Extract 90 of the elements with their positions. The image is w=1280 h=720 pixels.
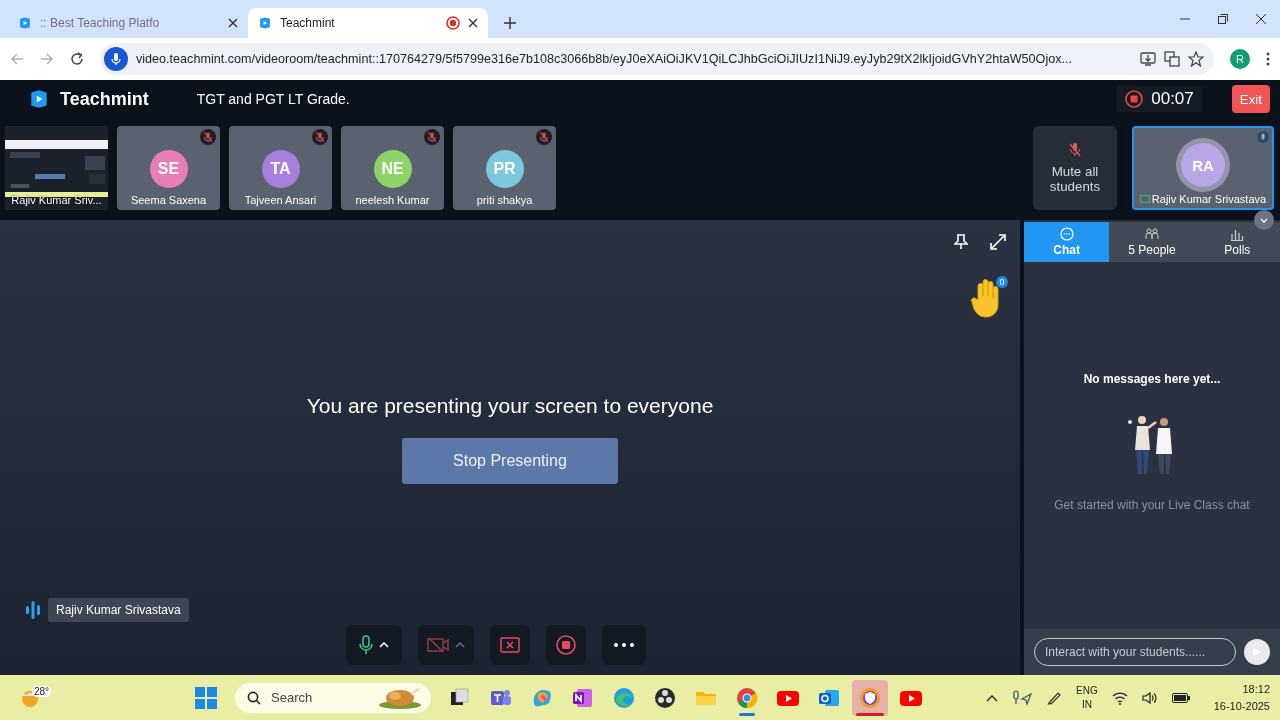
circle-icon <box>653 685 677 710</box>
speaker-icon[interactable] <box>1141 690 1158 705</box>
chrome-circle-icon <box>735 685 759 710</box>
avatar: SE <box>149 150 188 188</box>
avatar: NE <box>373 150 412 188</box>
chevron-down-icon <box>1260 217 1268 223</box>
avatar: TA <box>261 150 300 188</box>
muted-microphone-icon <box>1068 142 1082 158</box>
count-badge: 0 <box>996 276 1008 288</box>
empty-chat-hint: Get started with your Live Class chat <box>1054 498 1250 512</box>
restore-icon[interactable] <box>1218 14 1228 24</box>
install-screen-icon[interactable] <box>1140 51 1156 67</box>
reload-icon[interactable] <box>70 52 84 66</box>
avatar: PR <box>485 150 524 188</box>
microphone-button[interactable] <box>346 625 402 665</box>
mute-all-button[interactable]: Mute all students <box>1033 126 1117 210</box>
more-icon <box>614 643 634 647</box>
more-options-button[interactable] <box>602 625 646 665</box>
participant-tile[interactable]: PR priti shakya <box>453 126 556 210</box>
chat-input[interactable]: Interact with your students...... <box>1034 638 1236 666</box>
stop-share-button[interactable] <box>490 625 530 665</box>
camera-off-icon <box>427 637 449 653</box>
stop-presenting-button[interactable]: Stop Presenting <box>402 438 618 484</box>
address-bar[interactable]: video.teachmint.com/videoroom/teachmint::170764279/5f5799e316e7b108c3066b8b/eyJ0eXAiOiJKV1QiLCJhbGciOiJIUzI1NiJ9.eyJyb29tX2lkIjoidGVhY2htaW50Ojox... <box>100 43 1214 75</box>
send-button[interactable] <box>1244 639 1270 665</box>
speaker-label: Rajiv Kumar Srivastava <box>48 598 189 622</box>
participant-name: Rajiv Kumar Srivastava <box>1151 193 1267 205</box>
close-icon[interactable] <box>228 18 238 28</box>
teachmint-logo-icon <box>18 16 32 30</box>
caret-up-icon <box>379 642 389 648</box>
bar-chart-icon <box>1230 227 1245 241</box>
expand-icon[interactable] <box>990 234 1006 250</box>
teachmint-logo-icon <box>258 16 272 30</box>
browser-tab[interactable]: :: Best Teaching Platfo <box>8 8 248 38</box>
new-tab-icon[interactable] <box>504 17 516 29</box>
record-stop-icon <box>556 635 576 655</box>
chevron-up-icon[interactable] <box>986 693 999 702</box>
participant-name: neelesh Kumar <box>355 194 430 206</box>
participant-name: Tajveen Ansari <box>244 194 317 206</box>
record-button[interactable] <box>546 625 586 665</box>
star-icon[interactable] <box>1188 51 1204 67</box>
kebab-menu-icon[interactable] <box>1266 52 1270 66</box>
panel-tab[interactable]: Chat <box>1024 222 1110 262</box>
screen-cross-icon <box>500 637 520 653</box>
microphone-icon[interactable] <box>104 47 128 71</box>
battery-icon[interactable] <box>1171 692 1190 703</box>
pin-icon[interactable] <box>954 234 968 250</box>
exit-button[interactable]: Exit <box>1231 85 1270 113</box>
participant-tile[interactable]: TA Tajveen Ansari <box>229 126 332 210</box>
teachmint-logo-icon <box>28 88 50 110</box>
wifi-icon[interactable] <box>1111 690 1128 705</box>
weather-temperature[interactable]: 28° <box>32 685 52 697</box>
search-field[interactable]: Search <box>235 682 431 713</box>
close-icon[interactable] <box>1256 14 1266 24</box>
participant-name: Rajiv Kumar Sriv... <box>11 194 102 206</box>
close-icon[interactable] <box>468 18 478 28</box>
search-icon <box>247 690 261 705</box>
participant-tile[interactable]: Rajiv Kumar Sriv... <box>5 126 108 210</box>
clock[interactable]: 18:12 16-10-2025 <box>1213 680 1270 715</box>
participant-tile[interactable]: SE Seema Saxena <box>117 126 220 210</box>
empty-chat-title: No messages here yet... <box>1083 372 1221 386</box>
input-language[interactable]: ENG IN <box>1076 683 1098 712</box>
microphone-location-icon[interactable] <box>1012 689 1033 706</box>
microphone-icon <box>1257 131 1269 143</box>
panel-tab[interactable]: Polls <box>1194 222 1280 262</box>
avatar: RA <box>1181 143 1225 187</box>
presenting-message: You are presenting your screen to everyone <box>306 394 714 418</box>
collapse-button[interactable] <box>1254 210 1274 230</box>
roast-chicken-icon <box>377 685 423 710</box>
participant-tile[interactable]: NE neelesh Kumar <box>341 126 444 210</box>
caret-up-icon <box>455 642 465 648</box>
self-video-tile[interactable]: RA Rajiv Kumar Srivastava <box>1132 126 1274 210</box>
wave-circle-icon <box>612 685 636 710</box>
brand-name: Teachmint <box>60 88 149 110</box>
translate-icon[interactable] <box>1164 51 1180 67</box>
participant-name: Seema Saxena <box>130 194 207 206</box>
recording-timer: 00:07 <box>1117 86 1202 112</box>
people-icon <box>1145 227 1159 241</box>
windows-logo-icon[interactable] <box>195 686 217 709</box>
shield-icon <box>858 685 882 710</box>
panel-tab[interactable]: 5 People <box>1109 222 1195 262</box>
chat-bubble-icon <box>1059 227 1074 241</box>
profile-avatar[interactable]: R <box>1230 49 1250 69</box>
class-title: TGT and PGT LT Grade. <box>196 91 350 107</box>
participant-name: priti shakya <box>476 194 533 206</box>
screen-share-icon <box>1139 194 1150 204</box>
record-stop-icon <box>1125 90 1144 108</box>
audio-level-icon <box>26 601 40 619</box>
browser-tab[interactable]: Teachmint <box>248 8 488 38</box>
microphone-icon <box>359 635 373 655</box>
